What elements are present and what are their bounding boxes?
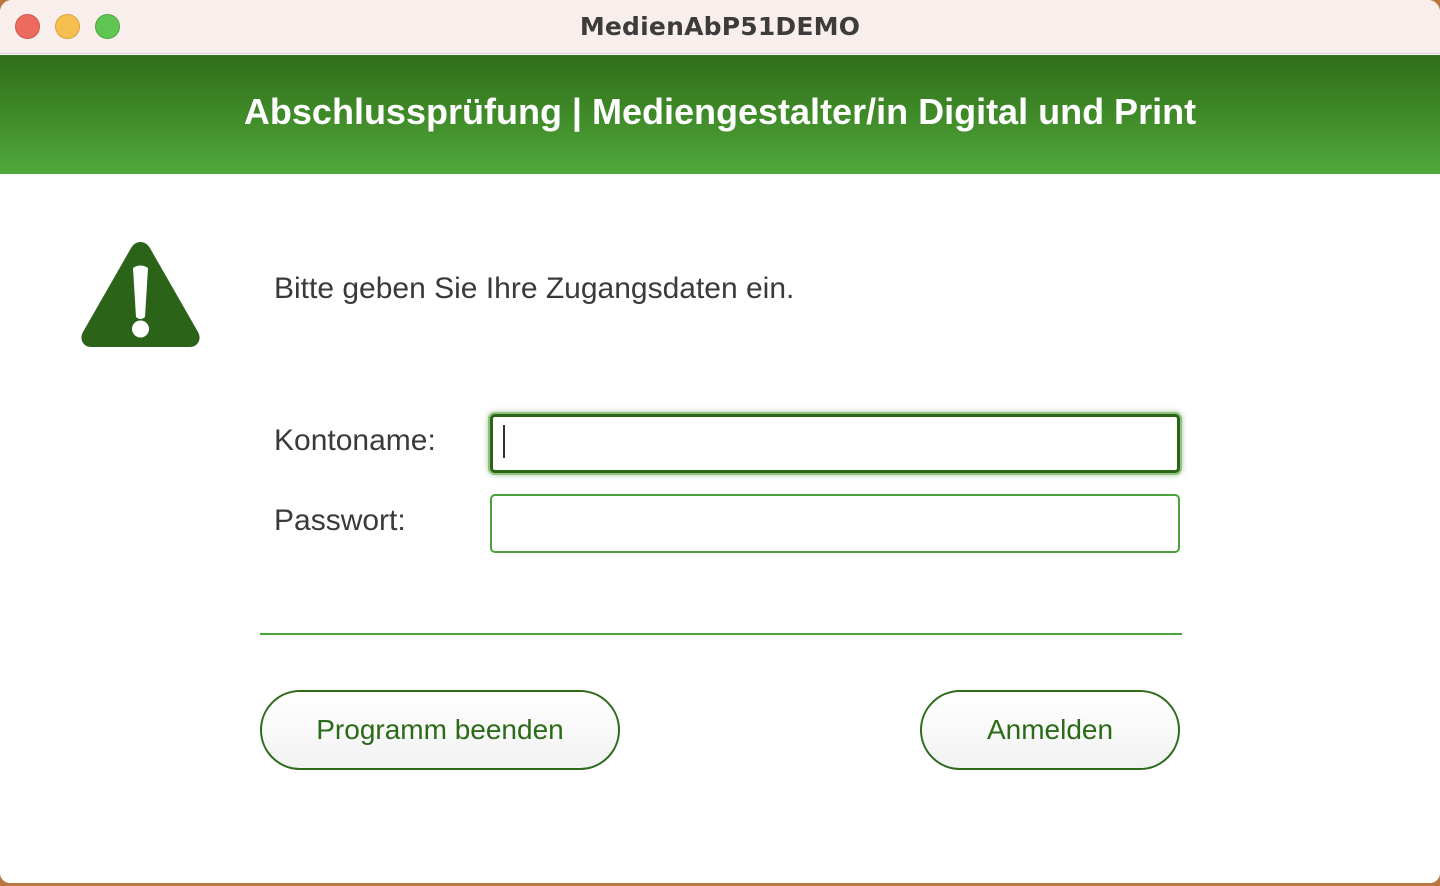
warning-icon	[81, 242, 200, 347]
password-label: Passwort:	[274, 504, 406, 537]
divider	[260, 633, 1182, 635]
window-title: MedienAbP51DEMO	[579, 12, 861, 41]
banner-title: Abschlussprüfung | Mediengestalter/in Di…	[243, 91, 1197, 132]
text-cursor	[503, 425, 505, 458]
header-banner: Abschlussprüfung | Mediengestalter/in Di…	[0, 55, 1440, 174]
quit-program-button[interactable]: Programm beenden	[260, 690, 620, 770]
password-input[interactable]	[490, 494, 1180, 553]
login-window: MedienAbP51DEMO Abschlussprüfung | Medie…	[0, 0, 1440, 883]
account-name-label: Kontoname:	[274, 424, 436, 457]
title-bar: MedienAbP51DEMO	[0, 0, 1440, 54]
login-prompt: Bitte geben Sie Ihre Zugangsdaten ein.	[274, 272, 795, 305]
login-button[interactable]: Anmelden	[920, 690, 1180, 770]
account-name-input[interactable]	[490, 414, 1180, 473]
